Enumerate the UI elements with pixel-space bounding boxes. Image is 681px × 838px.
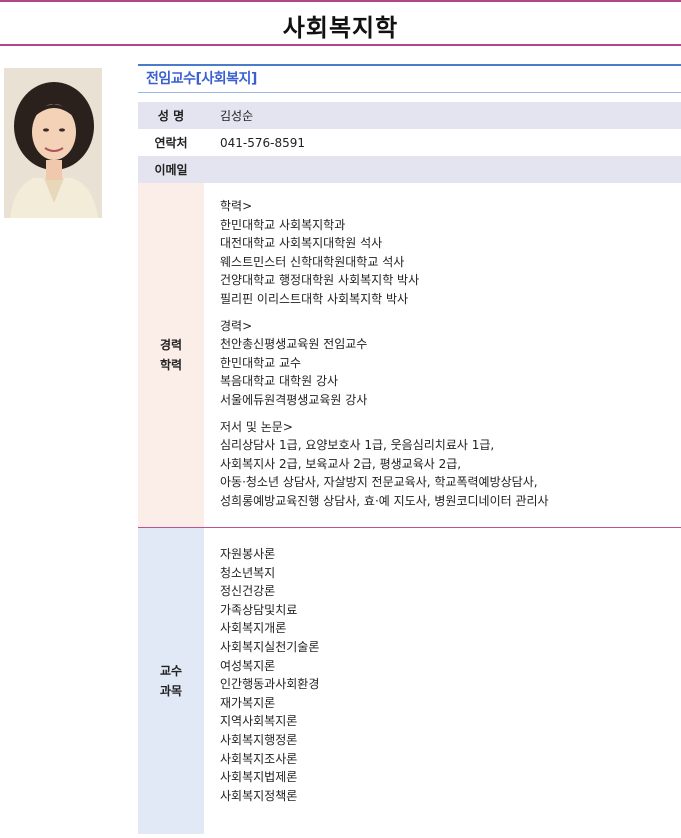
course-item: 사회복지개론: [220, 621, 287, 636]
courses-row: 교수 과목 자원봉사론 청소년복지 정신건강론 가족상담및치료 사회복지개론 사…: [138, 528, 681, 834]
education-item: 대전대학교 사회복지대학원 석사: [220, 236, 383, 251]
page-title: 사회복지학: [282, 14, 399, 42]
publications-heading: 저서 및 논문>: [220, 419, 293, 434]
career-label: 경력 학력: [138, 183, 204, 527]
contact-label: 연락처: [154, 136, 188, 150]
contact-row: 연락처 041-576-8591: [138, 129, 681, 156]
publications-item: 아동·청소년 상담사, 자살방지 전문교육사, 학교폭력예방상담사,: [220, 475, 538, 490]
courses-label-line1: 교수: [159, 664, 183, 678]
career-label-line1: 경력: [159, 338, 183, 352]
courses-list: 자원봉사론 청소년복지 정신건강론 가족상담및치료 사회복지개론 사회복지실천기…: [204, 528, 681, 834]
education-item: 웨스트민스터 신학대학원대학교 석사: [220, 254, 405, 269]
profile-photo: [4, 68, 102, 218]
courses-label: 교수 과목: [138, 528, 204, 834]
education-item: 필리핀 이리스트대학 사회복지학 박사: [220, 291, 409, 306]
course-item: 재가복지론: [220, 695, 276, 710]
course-item: 정신건강론: [220, 584, 276, 599]
career-details: 학력> 한민대학교 사회복지학과 대전대학교 사회복지대학원 석사 웨스트민스터…: [204, 183, 681, 527]
email-label: 이메일: [154, 163, 188, 177]
experience-block: 경력> 천안총신평생교육원 전임교수 한민대학교 교수 복음대학교 대학원 강사…: [220, 317, 681, 410]
course-item: 여성복지론: [220, 658, 276, 673]
publications-block: 저서 및 논문> 심리상담사 1급, 요양보호사 1급, 웃음심리치료사 1급,…: [220, 418, 681, 511]
header-top-rule: [0, 0, 681, 2]
course-item: 사회복지행정론: [220, 732, 298, 747]
name-row: 성 명 김성순: [138, 102, 681, 129]
education-heading: 학력>: [220, 199, 253, 213]
education-item: 한민대학교 사회복지학과: [220, 217, 346, 232]
experience-item: 서울에듀원격평생교육원 강사: [220, 392, 368, 407]
course-item: 인간행동과사회환경: [220, 677, 320, 692]
header-bottom-rule: [0, 44, 681, 46]
email-value: [204, 156, 681, 183]
course-item: 사회복지실천기술론: [220, 639, 320, 654]
name-value: 김성순: [220, 109, 254, 123]
publications-item: 성희롱예방교육진행 상담사, 효·예 지도사, 병원코디네이터 관리사: [220, 493, 549, 508]
publications-item: 심리상담사 1급, 요양보호사 1급, 웃음심리치료사 1급,: [220, 438, 495, 453]
course-item: 사회복지정책론: [220, 788, 298, 803]
course-item: 사회복지조사론: [220, 751, 298, 766]
course-item: 자원봉사론: [220, 547, 276, 561]
experience-item: 복음대학교 대학원 강사: [220, 374, 339, 389]
course-item: 사회복지법제론: [220, 770, 298, 785]
education-block: 학력> 한민대학교 사회복지학과 대전대학교 사회복지대학원 석사 웨스트민스터…: [220, 197, 681, 309]
course-item: 지역사회복지론: [220, 714, 298, 729]
section-title: 전임교수[사회복지]: [146, 71, 257, 87]
section-bottom-rule: [138, 92, 681, 93]
course-item: 청소년복지: [220, 565, 276, 580]
course-item: 가족상담및치료: [220, 602, 298, 617]
career-row: 경력 학력 학력> 한민대학교 사회복지학과 대전대학교 사회복지대학원 석사 …: [138, 183, 681, 528]
publications-item: 사회복지사 2급, 보육교사 2급, 평생교육사 2급,: [220, 456, 462, 471]
experience-item: 한민대학교 교수: [220, 355, 302, 370]
experience-heading: 경력>: [220, 318, 253, 333]
experience-item: 천안총신평생교육원 전임교수: [220, 337, 368, 352]
contact-value: 041-576-8591: [220, 135, 306, 150]
email-row: 이메일: [138, 156, 681, 183]
courses-label-line2: 과목: [159, 684, 183, 698]
name-label: 성 명: [157, 109, 185, 123]
education-item: 건양대학교 행정대학원 사회복지학 박사: [220, 273, 420, 288]
career-label-line2: 학력: [159, 358, 183, 372]
profile-content: 전임교수[사회복지] 성 명 김성순 연락처 041-576-8591 이메일 …: [138, 64, 681, 834]
